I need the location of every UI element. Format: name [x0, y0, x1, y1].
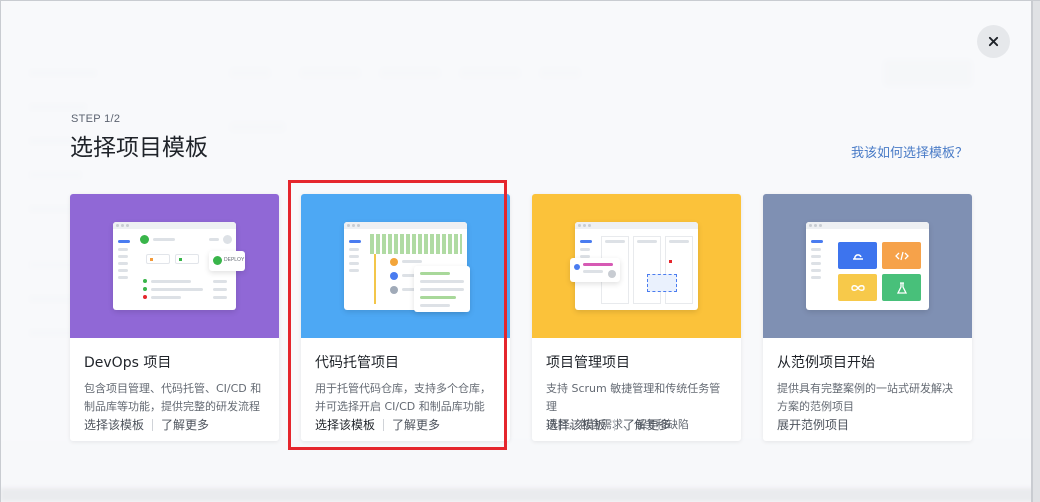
card-title: 从范例项目开始	[777, 355, 875, 371]
help-link[interactable]: 我该如何选择模板？	[851, 142, 968, 161]
pipeline-icon	[852, 253, 863, 260]
learn-more-link[interactable]: 了解更多	[392, 416, 440, 433]
card-actions: 选择该模板 了解更多	[84, 416, 209, 433]
card-title: 代码托管项目	[315, 355, 399, 371]
step-indicator: STEP 1/2	[71, 113, 121, 125]
template-card-code[interactable]: 代码托管项目 用于托管代码仓库，支持多个仓库， 并可选择开启 CI/CD 和制品…	[301, 194, 510, 441]
code-icon	[894, 251, 909, 260]
sample-illustration	[763, 194, 972, 338]
divider	[614, 418, 616, 431]
card-description: 支持 Scrum 敏捷管理和传统任务管理 项目，包含需求、任务和缺陷	[546, 382, 721, 431]
select-template-link[interactable]: 选择该模板	[546, 416, 606, 433]
card-description: 用于托管代码仓库，支持多个仓库， 并可选择开启 CI/CD 和制品库功能	[315, 382, 491, 413]
card-description: 提供具有完整案例的一站式研发解决 方案的范例项目	[777, 382, 953, 413]
card-actions: 选择该模板 了解更多	[315, 416, 440, 433]
flask-icon	[896, 281, 907, 294]
divider	[383, 418, 385, 431]
modal-title: 选择项目模板	[70, 135, 208, 161]
template-card-sample[interactable]: 从范例项目开始 提供具有完整案例的一站式研发解决 方案的范例项目 展开范例项目	[763, 194, 972, 441]
deploy-badge: DEPLOY	[224, 257, 245, 263]
expand-samples-link[interactable]: 展开范例项目	[777, 416, 849, 433]
template-card-devops[interactable]: DEPLOY DevOps 项目 包含项目管理、代码托管、CI/CD 和 制品库…	[70, 194, 279, 441]
select-template-link[interactable]: 选择该模板	[84, 416, 144, 433]
card-actions: 选择该模板 了解更多	[546, 416, 671, 433]
close-button[interactable]	[977, 25, 1010, 58]
code-illustration	[301, 194, 510, 338]
card-title: 项目管理项目	[546, 355, 630, 371]
devops-illustration: DEPLOY	[70, 194, 279, 338]
select-template-link[interactable]: 选择该模板	[315, 416, 375, 433]
template-card-project-management[interactable]: 项目管理项目 支持 Scrum 敏捷管理和传统任务管理 项目，包含需求、任务和缺…	[532, 194, 741, 441]
infinity-icon	[850, 284, 865, 291]
top-border	[0, 0, 1040, 1]
close-icon	[988, 36, 999, 47]
divider	[152, 418, 154, 431]
learn-more-link[interactable]: 了解更多	[161, 416, 209, 433]
card-description: 包含项目管理、代码托管、CI/CD 和 制品库等功能，提供完整的研发流程	[84, 382, 262, 413]
card-title: DevOps 项目	[84, 355, 172, 371]
scrollbar[interactable]	[1032, 0, 1040, 502]
template-cards: DEPLOY DevOps 项目 包含项目管理、代码托管、CI/CD 和 制品库…	[70, 194, 972, 441]
learn-more-link[interactable]: 了解更多	[623, 416, 671, 433]
card-actions: 展开范例项目	[777, 416, 849, 433]
pm-illustration	[532, 194, 741, 338]
